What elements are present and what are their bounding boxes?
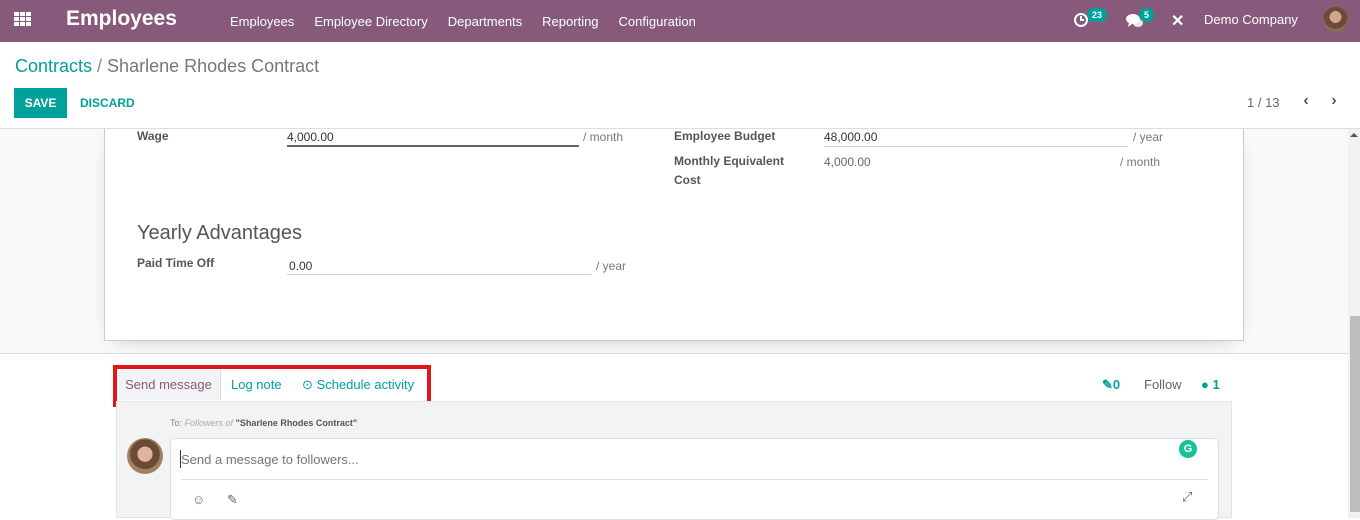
employee-budget-value: 48,000.00 (824, 130, 878, 144)
to-followers: Followers of (184, 418, 234, 428)
monthly-cost-label-line2: Cost (674, 173, 701, 187)
breadcrumb-current: Sharlene Rhodes Contract (107, 56, 320, 76)
breadcrumb: Contracts / Sharlene Rhodes Contract (15, 56, 319, 77)
emoji-icon[interactable]: ☺ (192, 492, 205, 507)
to-prefix: To: (170, 418, 183, 428)
scroll-up-arrow-icon[interactable] (1350, 133, 1358, 137)
monthly-cost-value: 4,000.00 (824, 155, 871, 169)
vertical-scrollbar[interactable] (1348, 129, 1360, 518)
message-input[interactable] (180, 450, 1170, 468)
control-panel: Contracts / Sharlene Rhodes Contract SAVE … (0, 42, 1360, 129)
wage-value: 4,000.00 (287, 130, 334, 144)
paid-time-off-label: Paid Time Off (137, 256, 215, 270)
followers-button[interactable]: ● 1 (1201, 377, 1220, 392)
activity-count-badge: 23 (1087, 8, 1108, 22)
menu-reporting[interactable]: Reporting (532, 14, 608, 29)
message-count-badge: 5 (1139, 8, 1155, 22)
attachments-count: 0 (1112, 377, 1121, 392)
breadcrumb-separator: / (97, 56, 103, 76)
grammarly-icon[interactable]: G (1179, 440, 1197, 458)
pager-value: 1 / 13 (1247, 95, 1280, 110)
yearly-advantages-title: Yearly Advantages (137, 222, 302, 244)
save-button[interactable]: SAVE (14, 88, 67, 118)
followers-count: 1 (1212, 377, 1220, 392)
menu-employee-directory[interactable]: Employee Directory (304, 14, 437, 29)
pager-next-button[interactable]: › (1327, 92, 1341, 110)
wage-unit: / month (583, 130, 624, 144)
company-switcher[interactable]: Demo Company (1204, 12, 1298, 27)
composer-divider (181, 479, 1208, 480)
paid-time-off-value: 0.00 (289, 259, 313, 273)
monthly-cost-unit: / month (1120, 155, 1161, 169)
paid-time-off-unit: / year (596, 259, 627, 273)
employee-budget-unit: / year (1133, 130, 1164, 144)
to-record: "Sharlene Rhodes Contract" (235, 418, 358, 428)
menu-departments[interactable]: Departments (438, 14, 532, 29)
menu-configuration[interactable]: Configuration (609, 14, 706, 29)
discard-button[interactable]: DISCARD (72, 88, 143, 118)
paperclip-icon: ✎ (1102, 377, 1113, 392)
recipients-line: To: Followers of "Sharlene Rhodes Contra… (170, 418, 357, 428)
messages-menu-button[interactable]: 5 (1126, 8, 1160, 30)
expand-icon[interactable]: ⤢ (1182, 489, 1192, 505)
user-avatar[interactable] (1323, 7, 1348, 32)
scrollbar-thumb[interactable] (1350, 316, 1360, 512)
form-sheet: Wage 4,000.00 / month Employee Budget 48… (104, 129, 1244, 341)
employee-budget-label: Employee Budget (674, 129, 776, 143)
wage-input[interactable]: 4,000.00 (287, 129, 579, 147)
main-menu: Employees Employee Directory Departments… (220, 0, 706, 42)
wage-label: Wage (137, 129, 169, 143)
paid-time-off-input[interactable]: 0.00 (287, 257, 591, 275)
paperclip-icon[interactable]: ✎ (227, 492, 238, 508)
employee-budget-input[interactable]: 48,000.00 (824, 129, 1128, 147)
activity-menu-button[interactable]: 23 (1073, 8, 1113, 30)
apps-menu-icon[interactable] (14, 12, 32, 27)
app-title: Employees (66, 7, 177, 30)
menu-employees[interactable]: Employees (220, 14, 304, 29)
monthly-cost-label-line1: Monthly Equivalent (674, 154, 785, 168)
top-navbar: Employees Employees Employee Directory D… (0, 0, 1360, 42)
user-icon: ● (1201, 377, 1209, 392)
composer-avatar (127, 438, 163, 474)
pager-previous-button[interactable]: ‹ (1299, 92, 1313, 110)
breadcrumb-contracts-link[interactable]: Contracts (15, 56, 92, 76)
debug-tools-icon[interactable]: ✕ (1171, 11, 1187, 30)
attachments-button[interactable]: ✎0 (1102, 377, 1120, 393)
follow-button[interactable]: Follow (1144, 377, 1182, 392)
